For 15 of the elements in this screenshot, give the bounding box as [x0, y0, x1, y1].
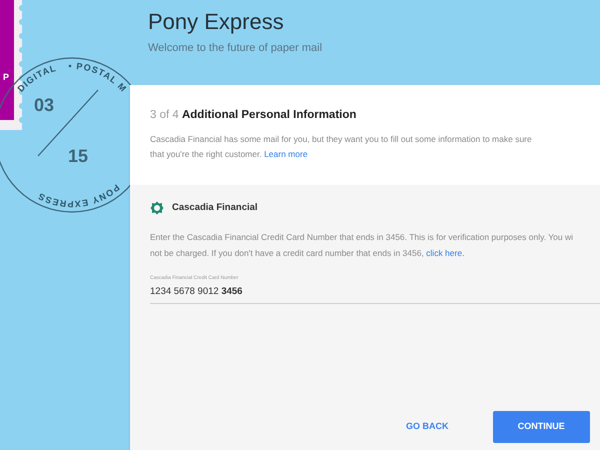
sender-name: Cascadia Financial: [172, 201, 258, 215]
click-here-link[interactable]: click here.: [426, 248, 464, 258]
continue-button[interactable]: CONTINUE: [492, 411, 590, 443]
postmark-month: 03: [34, 95, 54, 115]
learn-more-link[interactable]: Learn more: [264, 149, 308, 160]
flower-icon: [150, 201, 164, 216]
instructions: Enter the Cascadia Financial Credit Card Number that ends in 3456. This is for verification purposes only. You wi not be charged. If you don't have a credit card number that ends in 3456, click here.: [150, 231, 574, 260]
postmark-day: 15: [68, 146, 88, 166]
page-subtitle: Welcome to the future of paper mail: [148, 40, 322, 56]
back-button[interactable]: GO BACK: [402, 411, 452, 443]
page-title: Pony Express: [148, 8, 285, 36]
step-heading: 3 of 4 Additional Personal Information: [150, 108, 358, 123]
stamp-text: P: [3, 72, 10, 82]
step-description: Cascadia Financial has some mail for you, but they want you to fill out some information to make sure that you're the right customer. Learn more: [150, 133, 533, 162]
card-number-field[interactable]: 1234 5678 9012 3456: [150, 284, 600, 304]
